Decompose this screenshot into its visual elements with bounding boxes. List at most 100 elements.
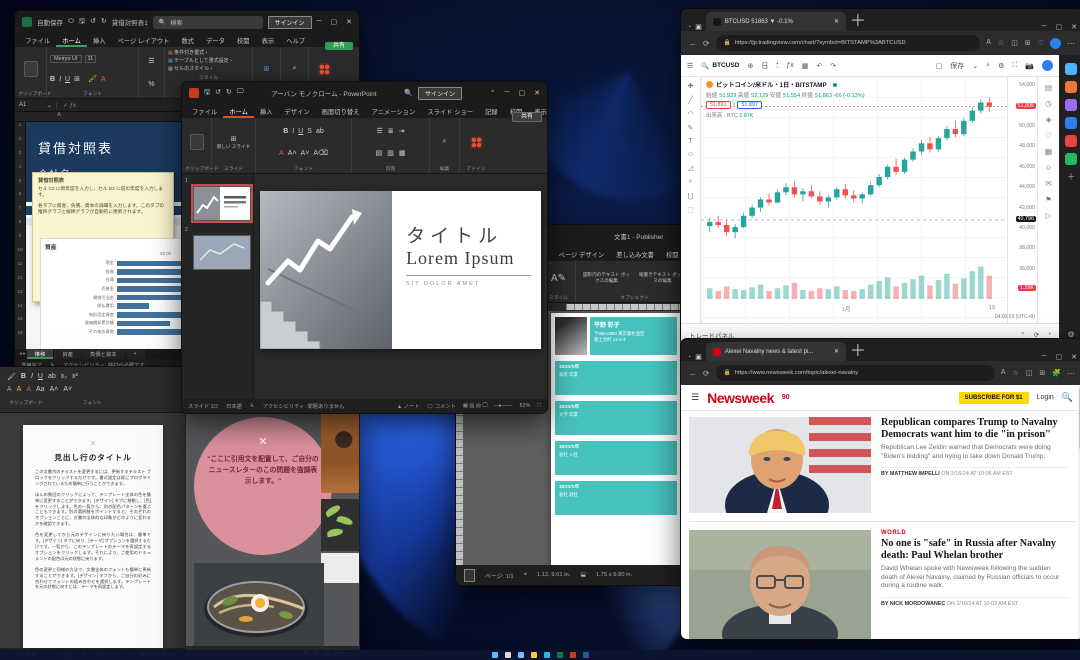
profile-avatar[interactable]: [1050, 38, 1061, 49]
subscribe-button[interactable]: SUBSCRIBE FOR $1: [959, 392, 1029, 404]
fit-slide-icon[interactable]: ⛶: [537, 403, 541, 410]
settings-menu-icon[interactable]: ⋯: [1067, 39, 1075, 48]
chat-icon[interactable]: ✉: [1045, 179, 1051, 188]
powerpoint-ribbon-tabs[interactable]: ファイルホーム挿入デザイン画面切り替えアニメーションスライド ショー記録校閲表示…: [182, 104, 547, 118]
refresh-icon[interactable]: ⟳: [703, 39, 710, 48]
read-aloud-icon[interactable]: A: [986, 39, 991, 47]
name-box[interactable]: A1⌄: [15, 102, 57, 109]
price-scale[interactable]: 04:00:53 (UTC+9) 54,00052,00050,00048,00…: [1007, 77, 1037, 323]
clock[interactable]: 04:00:53 (UTC+9): [995, 314, 1035, 320]
snapshot-icon[interactable]: 📷: [1025, 62, 1034, 70]
tab-search-icon[interactable]: ▣: [695, 23, 702, 31]
favorite-icon[interactable]: ☆: [998, 39, 1004, 47]
article-headline[interactable]: Republican compares Trump to Navalny Dem…: [881, 417, 1069, 440]
add-sheet-button[interactable]: +: [126, 349, 145, 359]
text-tool-icon[interactable]: T: [688, 138, 692, 145]
indent-icon[interactable]: ⇥: [399, 127, 405, 135]
taskbar[interactable]: [0, 650, 1080, 660]
excel-icon[interactable]: [557, 652, 563, 658]
close-icon[interactable]: ✕: [534, 89, 540, 97]
refresh-icon[interactable]: ⟳: [703, 369, 710, 378]
people-icon[interactable]: ☺: [1045, 163, 1053, 172]
edit-textbox-button[interactable]: 図形内のテキスト ボックスの編集: [582, 272, 632, 284]
numbering-icon[interactable]: ≣: [388, 127, 394, 135]
char-format-icon[interactable]: Aa: [36, 386, 45, 393]
fill-color-icon[interactable]: 🖌: [88, 75, 97, 83]
sheet-tab[interactable]: 資産: [54, 349, 81, 359]
newsletter-document-window[interactable]: ✕ "ここに引用文を配置して、ご自分のニュースレターのこの問題を強調表示します。…: [185, 410, 360, 660]
fullscreen-icon[interactable]: ⛶: [1012, 62, 1017, 70]
trump-photo[interactable]: [689, 417, 871, 513]
zoom-level[interactable]: 52%: [520, 403, 531, 409]
add-sidebar-icon[interactable]: ＋: [1067, 171, 1075, 182]
excel-search-box[interactable]: 🔍検索: [153, 16, 263, 29]
excel-ribbon-tabs[interactable]: ファイルホーム挿入ページ レイアウト数式データ校閲表示ヘルプ: [15, 33, 359, 47]
ribbon-tab-4[interactable]: 数式: [175, 33, 200, 47]
read-aloud-icon[interactable]: A: [1001, 369, 1006, 377]
browser-toolbar[interactable]: ← ⟳ 🔒https://www.newsweek.com/topic/alex…: [681, 361, 1080, 385]
notifications-icon[interactable]: ⚑: [1045, 195, 1052, 204]
bold-icon[interactable]: B: [50, 76, 55, 83]
align-center-icon[interactable]: ▥: [387, 149, 394, 157]
excel-titlebar[interactable]: 自動保存 ⬭ 🖫↺↻ 貸借対照表1 🔍検索 サインイン ─▢✕: [15, 11, 359, 33]
lock-all-icon[interactable]: ⬚: [687, 206, 694, 214]
ribbon-tab-6[interactable]: 校閲: [231, 33, 256, 47]
row-header[interactable]: 9: [15, 233, 25, 247]
slide-canvas[interactable]: タイトル Lorem Ipsum SIT DOLOR AMET: [254, 174, 547, 399]
back-icon[interactable]: ←: [689, 39, 697, 48]
layout-icon[interactable]: ▢: [936, 62, 943, 70]
layout-grid-icon[interactable]: ▦: [802, 62, 809, 70]
chart-legend[interactable]: ビットコイン/米ドル・1日・BITSTAMP 始値51,929 高値52,129…: [706, 80, 865, 119]
ribbon-tab-2[interactable]: 挿入: [87, 33, 112, 47]
bullets-icon[interactable]: ☰: [376, 127, 382, 135]
notes-button[interactable]: ▲ ノート: [397, 402, 420, 410]
word-icon[interactable]: [583, 652, 589, 658]
ribbon-tab-6[interactable]: スライド ショー: [421, 104, 479, 118]
address-bar[interactable]: 🔒https://jp.tradingview.com/chart/?symbo…: [716, 35, 981, 51]
tab-search-icon[interactable]: ▣: [695, 353, 702, 361]
publisher-page[interactable]: 平野 彩子 〒950-0950 東京都杉並区富士見町 12-3-4 19XX/X…: [551, 313, 697, 565]
powerpoint-window[interactable]: 🖫↺↻🖵 アーバン モノクローム - PowerPoint 🔍 サインイン ⌃─…: [181, 81, 548, 414]
settings-menu-icon[interactable]: ⋯: [1067, 369, 1075, 378]
autosave-toggle[interactable]: ⬭: [68, 18, 74, 26]
split-screen-icon[interactable]: ◫: [1026, 369, 1033, 377]
edge-logo-icon[interactable]: ◔: [687, 354, 691, 361]
edge-tools-icon[interactable]: [1065, 99, 1077, 111]
extensions-icon[interactable]: 🧩: [1052, 369, 1061, 377]
buy-price-button[interactable]: 51,897: [737, 101, 762, 109]
browser-tab-active[interactable]: BTCUSD 51863 ▼ -0.1% ✕: [706, 12, 846, 31]
slide-subtitle[interactable]: SIT DOLOR AMET: [406, 281, 531, 287]
paste-button[interactable]: [190, 134, 204, 150]
strikethrough-icon[interactable]: ab: [316, 128, 324, 135]
find-icon[interactable]: ⌕: [443, 138, 447, 146]
article-1[interactable]: Republican compares Trump to Navalny Dem…: [681, 411, 1080, 519]
slide[interactable]: タイトル Lorem Ipsum SIT DOLOR AMET: [260, 191, 541, 349]
tradingview-browser-window[interactable]: ◔ ▣ BTCUSD 51863 ▼ -0.1% ✕ ＋ ─▢✕ ← ⟳ 🔒ht…: [680, 8, 1080, 346]
format-painter-icon[interactable]: 🖌: [7, 373, 16, 381]
row-header[interactable]: 7: [15, 205, 25, 219]
newsweek-page[interactable]: ☰ Newsweek 90 SUBSCRIBE FOR $1 Login 🔍: [681, 385, 1080, 639]
redo-icon[interactable]: ↷: [830, 62, 836, 70]
row-header[interactable]: 6: [15, 191, 25, 205]
grow-font-icon[interactable]: A˄: [288, 150, 297, 157]
search-icon[interactable]: [505, 652, 511, 658]
tradingview-top-toolbar[interactable]: ☰ 🔍BTCUSD ⊕ 日 🕯 ƒx ▦ ↶ ↷ ▢ 保存 ⌄ ⌕ ⚙ ⛶ 📷: [681, 55, 1059, 77]
excel-share-button[interactable]: 共有: [325, 42, 353, 50]
calendar-icon[interactable]: ▦: [1045, 147, 1052, 156]
page-thumbnail-icon[interactable]: [464, 569, 475, 582]
new-tab-button[interactable]: ＋: [850, 338, 866, 361]
excel-signin-button[interactable]: サインイン: [268, 16, 312, 29]
browser-toolbar[interactable]: ← ⟳ 🔒https://jp.tradingview.com/chart/?s…: [681, 31, 1080, 55]
favorite-icon[interactable]: ☆: [1013, 369, 1019, 377]
shadow-icon[interactable]: S: [307, 128, 312, 135]
replay-icon[interactable]: ▷: [1046, 211, 1052, 220]
ribbon-tab-2[interactable]: 挿入: [254, 104, 279, 118]
font-color-icon[interactable]: A: [101, 76, 106, 83]
back-icon[interactable]: ←: [689, 369, 697, 378]
publish-button[interactable]: [1042, 60, 1053, 71]
start-icon[interactable]: [492, 652, 498, 658]
new-slide-button[interactable]: 新しい スライド: [217, 144, 250, 150]
row-header[interactable]: 2: [15, 136, 25, 150]
resume-header-row[interactable]: 平野 彩子 〒950-0950 東京都杉並区富士見町 12-3-4: [555, 317, 693, 355]
styles-icon[interactable]: A✎: [551, 273, 566, 284]
